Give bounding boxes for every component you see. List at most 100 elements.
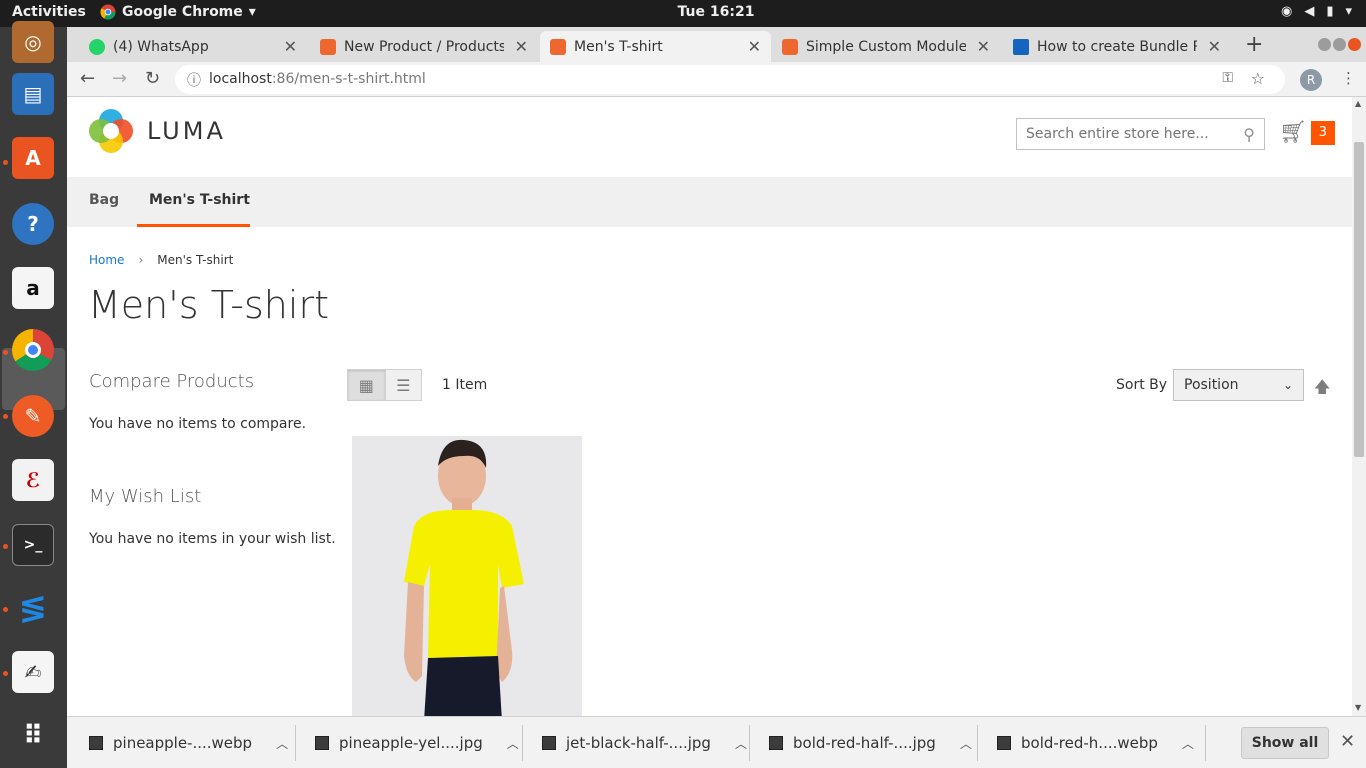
chevron-down-icon: ⌄: [1282, 378, 1293, 392]
search-icon[interactable]: ⚲: [1243, 125, 1255, 144]
page-viewport: LUMA ⚲ 🛒︎ 3 Bag Men's T-shirt Home › Men…: [67, 97, 1352, 716]
show-all-button[interactable]: Show all: [1241, 727, 1329, 759]
activities-button[interactable]: Activities: [12, 4, 86, 20]
chevron-up-icon[interactable]: ︿: [735, 735, 747, 752]
download-item[interactable]: jet-black-half-....jpg ︿: [542, 717, 747, 768]
new-tab-button[interactable]: +: [1245, 32, 1263, 57]
view-mode-switcher: ▦ ☰: [347, 369, 422, 401]
download-filename: pineapple-....webp: [113, 734, 253, 752]
forward-button[interactable]: →: [112, 68, 127, 89]
wishlist-empty-message: You have no items in your wish list.: [89, 531, 336, 547]
amazon-icon[interactable]: a: [12, 267, 54, 309]
document-viewer-icon[interactable]: ℰ: [12, 459, 54, 501]
app-store-icon[interactable]: A: [12, 137, 54, 179]
tab-title: How to create Bundle Pr: [1037, 38, 1197, 55]
text-editor-icon[interactable]: ✍: [12, 651, 54, 693]
cart-count-badge: 3: [1310, 120, 1335, 145]
app-menu[interactable]: Google Chrome ▾: [100, 4, 256, 20]
cart-icon: 🛒︎: [1279, 120, 1307, 145]
writer-icon[interactable]: ▤: [12, 73, 54, 115]
page-scrollbar[interactable]: ▲ ▼: [1352, 97, 1366, 716]
maximize-button[interactable]: [1333, 38, 1346, 51]
list-view-icon[interactable]: ☰: [384, 370, 421, 400]
close-window-button[interactable]: [1348, 38, 1361, 51]
chevron-up-icon[interactable]: ︿: [276, 735, 288, 752]
tab-title: (4) WhatsApp: [113, 38, 209, 55]
tab-title: New Product / Products: [344, 38, 504, 55]
nav-item-bag[interactable]: Bag: [89, 192, 119, 208]
file-icon: [997, 736, 1011, 750]
sort-direction-arrow-icon[interactable]: 🡅︎: [1314, 376, 1330, 403]
download-filename: bold-red-half-....jpg: [793, 734, 936, 752]
luma-logo-icon: [89, 109, 133, 153]
tab-bundle-product[interactable]: How to create Bundle Pr ✕: [1003, 31, 1231, 62]
logo-text: LUMA: [147, 117, 226, 145]
chevron-up-icon[interactable]: ︿: [1182, 735, 1194, 752]
system-tray[interactable]: ◉ ◀ ▮ ▾: [1281, 4, 1352, 19]
close-icon[interactable]: ✕: [515, 37, 528, 56]
file-icon: [542, 736, 556, 750]
chevron-up-icon[interactable]: ︿: [960, 735, 972, 752]
active-nav-underline: [137, 224, 250, 227]
site-icon: [1013, 38, 1029, 55]
chrome-icon[interactable]: [12, 329, 54, 371]
reload-button[interactable]: ↻: [145, 68, 160, 89]
close-icon[interactable]: ✕: [977, 37, 990, 56]
download-item[interactable]: bold-red-h....webp ︿: [997, 717, 1194, 768]
download-item[interactable]: bold-red-half-....jpg ︿: [769, 717, 972, 768]
divider: [977, 725, 978, 761]
close-icon[interactable]: ✕: [1340, 731, 1355, 752]
system-top-bar: Activities Google Chrome ▾ Tue 16:21 ◉ ◀…: [0, 0, 1366, 27]
search-field[interactable]: ⚲: [1016, 118, 1265, 150]
postman-icon[interactable]: ✎: [12, 395, 54, 437]
info-icon[interactable]: ⓘ: [187, 70, 201, 90]
product-image[interactable]: [352, 436, 582, 716]
download-item[interactable]: pineapple-....webp ︿: [89, 717, 288, 768]
divider: [522, 725, 523, 761]
chrome-icon: [100, 4, 116, 20]
chevron-down-icon: ▾: [1345, 4, 1352, 19]
tab-whatsapp[interactable]: (4) WhatsApp ✕: [79, 31, 307, 62]
terminal-icon[interactable]: >_: [12, 524, 54, 566]
file-icon: [89, 736, 103, 750]
nav-item-mens-tshirt[interactable]: Men's T-shirt: [149, 192, 250, 208]
scroll-up-arrow-icon[interactable]: ▲: [1355, 99, 1361, 108]
wishlist-title: My Wish List: [89, 486, 202, 507]
help-icon[interactable]: ?: [12, 203, 54, 245]
minimize-button[interactable]: [1318, 38, 1331, 51]
key-icon[interactable]: ⚿: [1222, 70, 1233, 86]
running-indicator: [3, 350, 8, 355]
star-icon[interactable]: ☆: [1251, 69, 1265, 88]
breadcrumb-home[interactable]: Home: [89, 253, 124, 267]
show-applications-icon[interactable]: ⠿: [12, 715, 54, 757]
magento-icon: [550, 38, 566, 55]
download-item[interactable]: pineapple-yel....jpg ︿: [315, 717, 519, 768]
search-input[interactable]: [1017, 119, 1227, 149]
divider: [749, 725, 750, 761]
store-logo[interactable]: LUMA: [89, 109, 226, 153]
back-button[interactable]: ←: [80, 68, 95, 89]
close-icon[interactable]: ✕: [284, 37, 297, 56]
chevron-up-icon[interactable]: ︿: [507, 735, 519, 752]
file-icon: [769, 736, 783, 750]
sort-selected-value: Position: [1184, 377, 1239, 393]
grid-view-icon[interactable]: ▦: [348, 370, 385, 400]
file-icon: [315, 736, 329, 750]
tab-mens-tshirt[interactable]: Men's T-shirt ✕: [540, 31, 771, 62]
ubuntu-software-icon[interactable]: ◎: [12, 21, 54, 63]
tab-simple-custom-module[interactable]: Simple Custom Module ✕: [772, 31, 1000, 62]
running-indicator: [3, 414, 8, 419]
close-icon[interactable]: ✕: [1208, 37, 1221, 56]
menu-icon[interactable]: ⋮: [1341, 69, 1356, 87]
profile-avatar[interactable]: R: [1300, 69, 1322, 91]
address-bar[interactable]: ⓘ localhost:86/men-s-t-shirt.html ⚿ ☆: [175, 65, 1285, 94]
sort-select[interactable]: Position ⌄: [1173, 369, 1304, 401]
scrollbar-thumb[interactable]: [1354, 142, 1364, 457]
tab-new-product[interactable]: New Product / Products ✕: [310, 31, 538, 62]
magento-icon: [320, 38, 336, 55]
compare-products-title: Compare Products: [89, 371, 255, 392]
vscode-icon[interactable]: ≶: [12, 587, 54, 629]
minicart[interactable]: 🛒︎ 3: [1279, 120, 1335, 145]
scroll-down-arrow-icon[interactable]: ▼: [1355, 703, 1361, 712]
close-icon[interactable]: ✕: [748, 37, 761, 56]
